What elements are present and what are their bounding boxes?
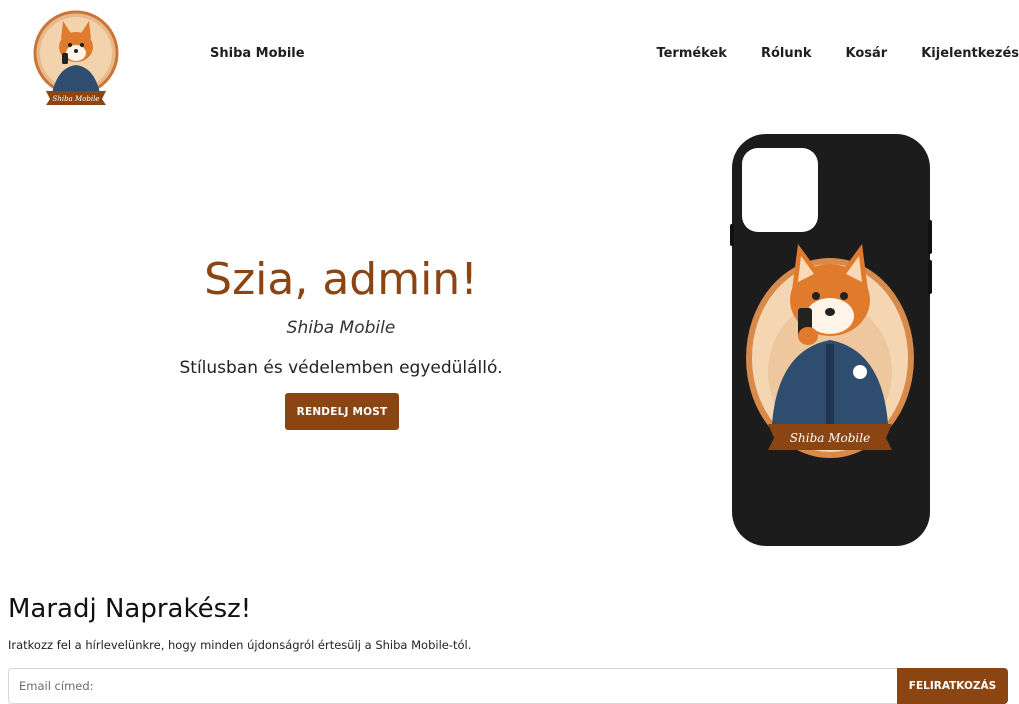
subscribe-button[interactable]: FELIRATKOZÁS [897, 668, 1008, 704]
phone-case-shiba-image: Shiba Mobile [730, 134, 932, 546]
shiba-logo-icon[interactable]: Shiba Mobile [28, 9, 124, 105]
nav-link-cart[interactable]: Kosár [846, 46, 888, 61]
hero-title: Szia, admin! [204, 254, 478, 305]
nav-link-products[interactable]: Termékek [656, 46, 727, 61]
newsletter-description: Iratkozz fel a hírlevelünkre, hogy minde… [8, 638, 472, 652]
nav-link-logout[interactable]: Kijelentkezés [921, 46, 1019, 61]
hero-subtitle: Shiba Mobile [286, 318, 396, 338]
order-now-button[interactable]: RENDELJ MOST [285, 393, 399, 430]
hero-tagline: Stílusban és védelemben egyedülálló. [179, 358, 503, 378]
email-field[interactable] [8, 668, 897, 704]
svg-text:Shiba Mobile: Shiba Mobile [790, 431, 870, 445]
navbar: Shiba Mobile Shiba Mobile Termékek Rólun… [0, 0, 1019, 108]
nav-link-about[interactable]: Rólunk [761, 46, 812, 61]
brand-link[interactable]: Shiba Mobile [210, 46, 305, 61]
svg-text:Shiba Mobile: Shiba Mobile [53, 95, 100, 103]
newsletter-title: Maradj Naprakész! [8, 594, 252, 624]
nav-menu: Termékek Rólunk Kosár Kijelentkezés [656, 46, 1019, 61]
